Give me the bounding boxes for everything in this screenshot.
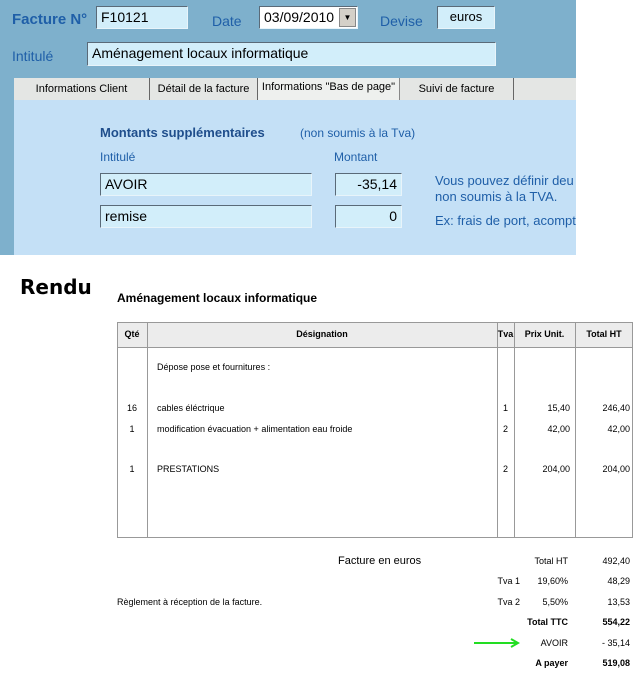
- cell-price: 42,00: [547, 424, 570, 434]
- total-value: 519,08: [602, 658, 630, 668]
- date-select[interactable]: 03/09/2010 ▼: [259, 6, 358, 29]
- total-label: Tva 2: [497, 596, 520, 607]
- cell-designation: modification évacuation + alimentation e…: [157, 424, 353, 434]
- total-label: Total TTC: [527, 617, 568, 628]
- cell-tva: 2: [502, 464, 508, 474]
- help-text-3: Ex: frais de port, acompt: [435, 213, 576, 228]
- col-amount-heading: Montant: [334, 150, 378, 164]
- cell-qty: 16: [126, 403, 137, 413]
- extra-amounts-subheading: (non soumis à la Tva): [300, 126, 416, 140]
- tab-more[interactable]: [514, 78, 576, 100]
- extra-label-input-1[interactable]: AVOIR: [100, 173, 312, 196]
- title-label: Intitulé: [12, 48, 54, 64]
- total-value: - 35,14: [601, 637, 630, 648]
- total-value: 48,29: [607, 576, 630, 587]
- currency-field[interactable]: euros: [437, 6, 495, 29]
- extra-label-input-2[interactable]: remise: [100, 205, 312, 228]
- invoice-number-input[interactable]: F10121: [96, 6, 188, 29]
- help-text-2: non soumis à la TVA.: [435, 189, 558, 204]
- cell-total: 204,00: [602, 464, 630, 474]
- total-label: Tva 1: [497, 576, 520, 587]
- col-designation: Désignation: [296, 329, 348, 339]
- total-value: 13,53: [607, 596, 630, 607]
- render-heading: Rendu: [20, 275, 92, 299]
- cell-tva: 2: [502, 424, 508, 434]
- total-label: A payer: [535, 658, 568, 668]
- tab-informations-client[interactable]: Informations Client: [14, 78, 150, 100]
- cell-total: 42,00: [607, 424, 630, 434]
- invoice-number-label: Facture N°: [12, 11, 88, 28]
- total-value: 554,22: [602, 617, 630, 628]
- total-rate: 5,50%: [542, 596, 568, 607]
- col-qty: Qté: [124, 329, 140, 339]
- extra-amounts-heading: Montants supplémentaires: [100, 125, 265, 140]
- cell-qty: 1: [129, 424, 135, 434]
- extra-amount-input-2[interactable]: 0: [335, 205, 402, 228]
- invoice-form-panel: Facture N° F10121 Date 03/09/2010 ▼ Devi…: [0, 0, 576, 255]
- tab-content: Montants supplémentaires (non soumis à l…: [14, 100, 576, 255]
- total-rate: 19,60%: [537, 576, 568, 587]
- cell-total: 246,40: [602, 403, 630, 413]
- chevron-down-icon[interactable]: ▼: [339, 8, 356, 27]
- cell-qty: 1: [129, 464, 135, 474]
- payment-note: Règlement à réception de la facture.: [117, 597, 263, 607]
- date-label: Date: [212, 13, 242, 29]
- date-value: 03/09/2010: [264, 9, 335, 25]
- total-label: Total HT: [534, 556, 568, 566]
- col-label-heading: Intitulé: [100, 150, 136, 164]
- currency-label: Devise: [380, 13, 423, 29]
- tab-detail-facture[interactable]: Détail de la facture: [150, 78, 258, 100]
- cell-price: 204,00: [542, 464, 570, 474]
- cell-price: 15,40: [547, 403, 570, 413]
- col-total: Total HT: [586, 329, 622, 339]
- col-tva: Tva: [497, 329, 514, 339]
- currency-note: Facture en euros: [338, 555, 422, 567]
- col-price: Prix Unit.: [524, 329, 565, 339]
- tab-suivi-facture[interactable]: Suivi de facture: [400, 78, 514, 100]
- cell-designation: PRESTATIONS: [157, 464, 220, 474]
- cell-designation: cables éléctrique: [157, 403, 225, 413]
- tab-bas-de-page[interactable]: Informations "Bas de page": [258, 78, 400, 100]
- total-value: 492,40: [602, 556, 630, 566]
- title-input[interactable]: Aménagement locaux informatique: [87, 42, 496, 66]
- extra-amount-input-1[interactable]: -35,14: [335, 173, 402, 196]
- cell-designation: Dépose pose et fournitures :: [157, 362, 271, 372]
- help-text-1: Vous pouvez définir deu: [435, 173, 574, 188]
- arrow-right-icon: [474, 638, 520, 648]
- cell-tva: 1: [502, 403, 508, 413]
- render-title: Aménagement locaux informatique: [117, 291, 318, 305]
